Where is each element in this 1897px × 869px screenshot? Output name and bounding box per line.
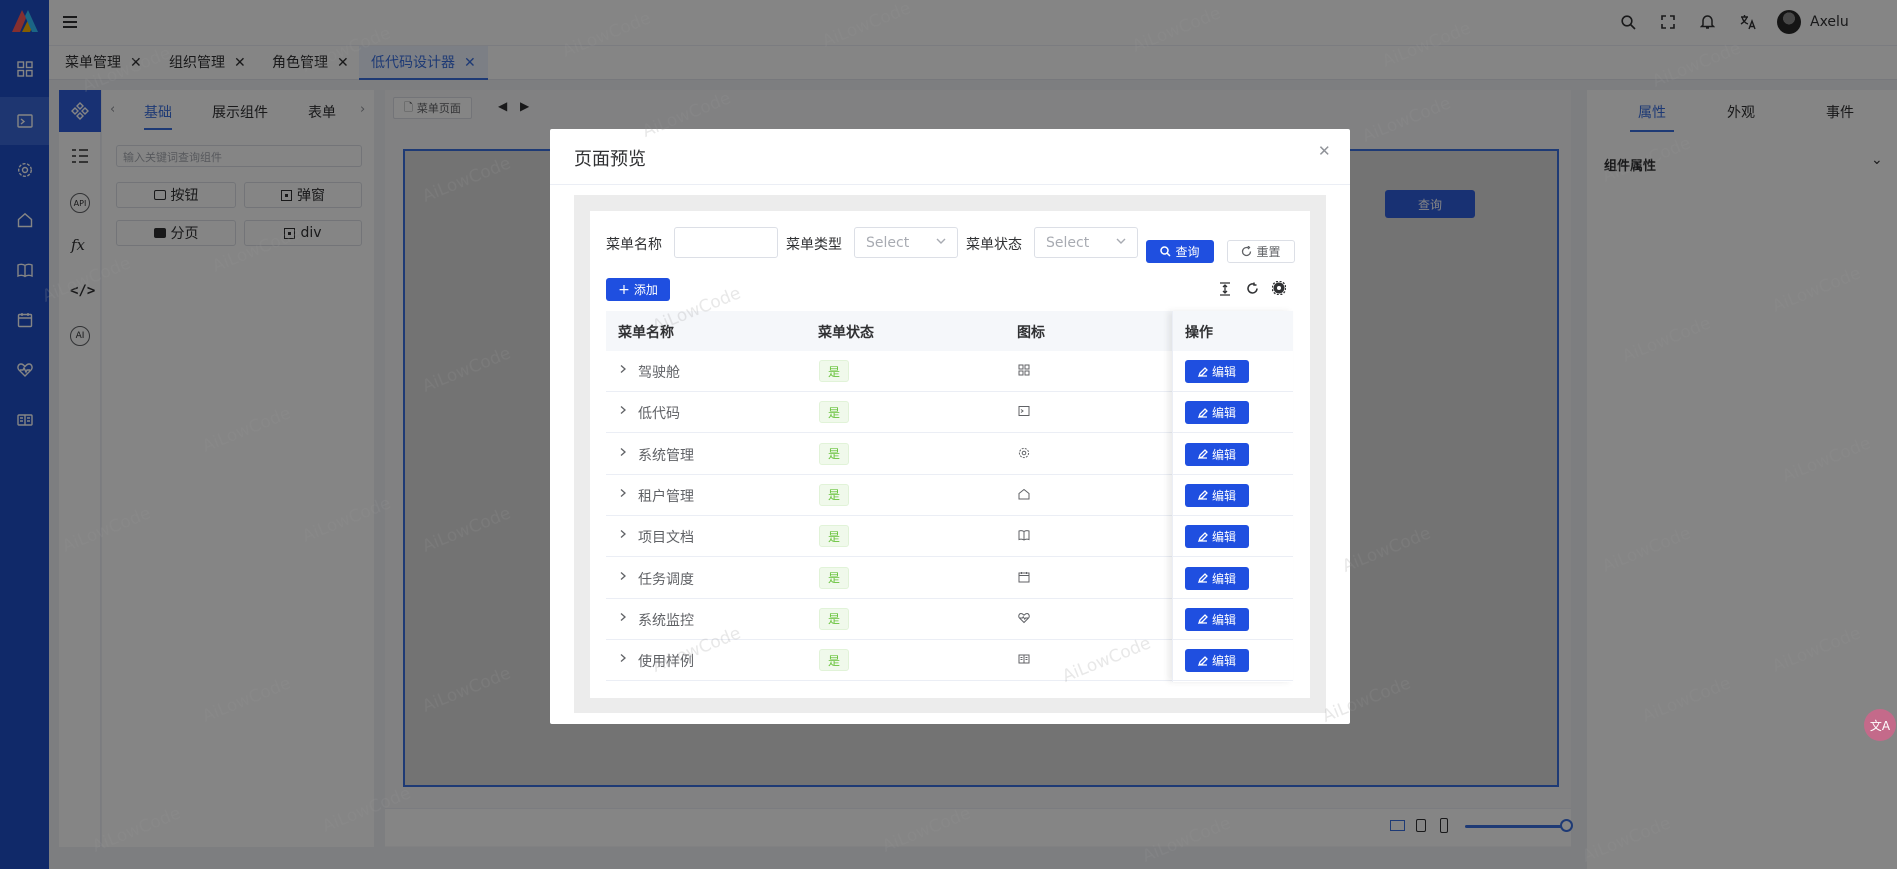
chevron-right-icon[interactable] <box>618 612 628 622</box>
column-header-name: 菜单名称 <box>618 325 674 341</box>
status-badge: 是 <box>819 525 849 548</box>
plus-icon: + <box>618 281 630 298</box>
add-button[interactable]: + 添加 <box>606 278 670 301</box>
home-icon <box>1018 488 1030 500</box>
status-badge: 是 <box>819 649 849 672</box>
row-menu-name: 项目文档 <box>638 530 694 547</box>
calendar-icon <box>1018 571 1030 582</box>
fixed-op-column-shadow <box>1172 311 1293 682</box>
add-label: 添加 <box>633 283 658 297</box>
reset-button[interactable]: 重置 <box>1227 240 1295 263</box>
search-icon <box>1160 246 1172 257</box>
status-badge: 是 <box>819 442 849 465</box>
dashboard-icon <box>1018 364 1030 376</box>
filter-name-input[interactable] <box>674 227 778 258</box>
chevron-down-icon <box>1116 238 1126 244</box>
chevron-right-icon[interactable] <box>618 364 628 374</box>
row-menu-name: 任务调度 <box>638 571 694 588</box>
book-icon <box>1018 530 1030 541</box>
filter-type-label: 菜单类型 <box>786 237 842 253</box>
row-menu-name: 使用样例 <box>638 654 694 671</box>
gear-icon <box>1018 447 1030 458</box>
reset-label: 重置 <box>1256 245 1281 259</box>
query-label: 查询 <box>1175 245 1200 259</box>
filter-type-select[interactable]: Select <box>854 227 958 258</box>
row-menu-name: 低代码 <box>638 406 680 423</box>
filter-status-label: 菜单状态 <box>966 237 1022 253</box>
translate-float-icon[interactable]: 文A <box>1864 709 1896 741</box>
status-badge: 是 <box>819 360 849 382</box>
chevron-down-icon <box>936 238 946 244</box>
status-badge: 是 <box>819 607 849 630</box>
chevron-right-icon[interactable] <box>618 529 628 539</box>
select-placeholder: Select <box>866 234 910 251</box>
row-menu-name: 系统监控 <box>638 612 694 629</box>
settings-icon[interactable] <box>1272 281 1286 295</box>
chevron-right-icon[interactable] <box>618 447 628 457</box>
status-badge: 是 <box>819 401 849 424</box>
select-placeholder: Select <box>1046 234 1090 251</box>
status-badge: 是 <box>819 566 849 589</box>
column-header-status: 菜单状态 <box>818 325 874 341</box>
row-menu-name: 系统管理 <box>638 447 694 464</box>
chevron-right-icon[interactable] <box>618 488 628 498</box>
row-menu-name: 租户管理 <box>638 488 694 505</box>
reader-icon <box>1018 654 1030 664</box>
terminal-icon <box>1018 406 1030 417</box>
heart-pulse-icon <box>1018 612 1030 624</box>
column-height-icon[interactable] <box>1219 282 1231 296</box>
filter-name-label: 菜单名称 <box>606 237 662 253</box>
refresh-icon[interactable] <box>1246 282 1259 295</box>
column-header-icon: 图标 <box>1017 325 1045 341</box>
chevron-right-icon[interactable] <box>618 571 628 581</box>
filter-status-select[interactable]: Select <box>1034 227 1138 258</box>
row-menu-name: 驾驶舱 <box>638 365 680 381</box>
refresh-icon <box>1242 246 1252 257</box>
chevron-right-icon[interactable] <box>618 405 628 415</box>
chevron-right-icon[interactable] <box>618 653 628 663</box>
dialog-header: 页面预览 ✕ <box>550 129 1350 185</box>
query-button[interactable]: 查询 <box>1146 240 1214 263</box>
status-badge: 是 <box>819 483 849 506</box>
close-icon[interactable]: ✕ <box>1318 142 1331 160</box>
dialog-title: 页面预览 <box>574 149 646 170</box>
